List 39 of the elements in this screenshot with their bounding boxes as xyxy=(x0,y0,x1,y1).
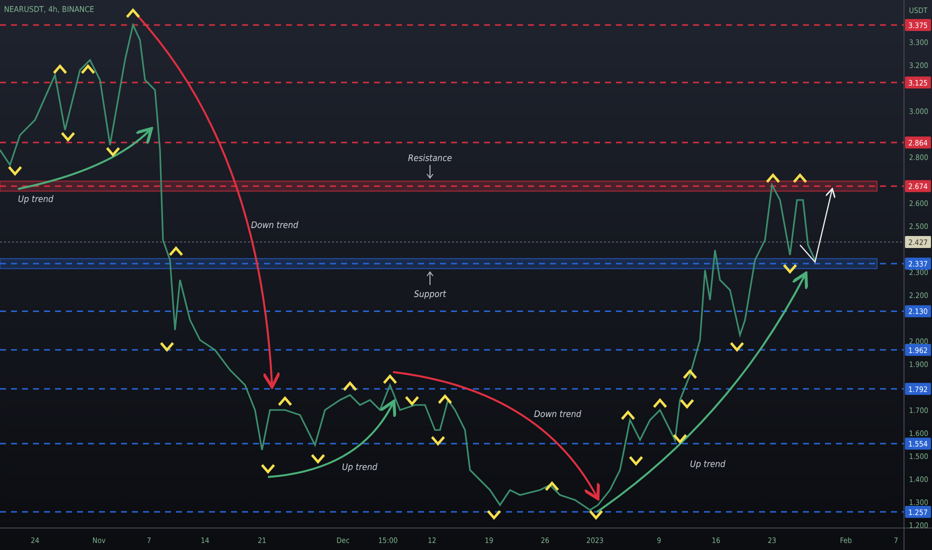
up-chevron-icon xyxy=(53,64,67,74)
up-chevron-icon xyxy=(683,369,697,379)
chart-annotation: Resistance xyxy=(408,154,452,164)
up-chevron-icon xyxy=(343,381,357,391)
up-chevron-icon xyxy=(793,173,807,183)
chart-annotation: Up trend xyxy=(18,195,54,205)
up-chevron-icon xyxy=(169,246,183,256)
pointer-arrow xyxy=(426,271,434,286)
down-chevron-icon xyxy=(431,436,445,446)
down-chevron-icon xyxy=(783,264,797,274)
up-chevron-icon xyxy=(81,64,95,74)
up-chevron-icon xyxy=(653,398,667,408)
chart-annotation: Up trend xyxy=(342,463,378,473)
up-chevron-icon xyxy=(438,394,452,404)
down-chevron-icon xyxy=(629,456,643,466)
down-chevron-icon xyxy=(160,342,174,352)
pointer-arrow xyxy=(426,164,434,179)
down-chevron-icon xyxy=(261,464,275,474)
down-chevron-icon xyxy=(589,510,603,520)
up-chevron-icon xyxy=(383,374,397,384)
down-chevron-icon xyxy=(106,147,120,157)
up-chevron-icon xyxy=(278,396,292,406)
symbol-title: NEARUSDT, 4h, BINANCE xyxy=(4,5,94,14)
down-chevron-icon xyxy=(680,399,694,409)
chart-annotation: Up trend xyxy=(690,460,726,470)
chart-annotation: Down trend xyxy=(251,221,298,231)
down-chevron-icon xyxy=(8,166,22,176)
chart-annotation: Down trend xyxy=(534,410,582,420)
up-chevron-icon xyxy=(126,8,140,18)
down-chevron-icon xyxy=(311,454,325,464)
down-chevron-icon xyxy=(487,510,501,520)
down-chevron-icon xyxy=(673,434,687,444)
up-chevron-icon xyxy=(621,410,635,420)
chart-annotation: Support xyxy=(414,290,446,300)
up-chevron-icon xyxy=(766,173,780,183)
down-chevron-icon xyxy=(405,396,419,406)
up-chevron-icon xyxy=(545,481,559,491)
down-chevron-icon xyxy=(61,132,75,142)
down-chevron-icon xyxy=(730,342,744,352)
